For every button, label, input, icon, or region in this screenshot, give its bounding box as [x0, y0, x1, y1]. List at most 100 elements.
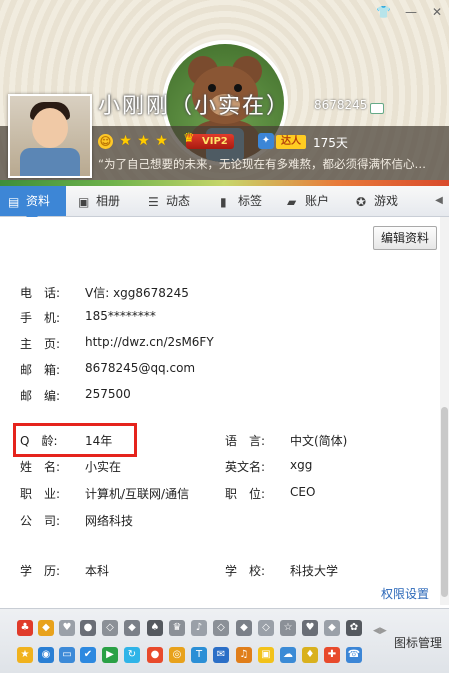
- gem-light-icon[interactable]: ◆: [324, 620, 340, 636]
- diamond-outline-icon[interactable]: ◇: [213, 620, 229, 636]
- phone-label: 电 话:: [20, 286, 61, 300]
- weibo-icon[interactable]: T: [191, 647, 207, 663]
- music-icon[interactable]: ♫: [236, 647, 252, 663]
- star-gray-icon[interactable]: ☆: [280, 620, 296, 636]
- mobile-label: 手 机:: [20, 311, 61, 325]
- pet-icon[interactable]: ●: [147, 647, 163, 663]
- diamond-light-icon[interactable]: ◇: [258, 620, 274, 636]
- education-label: 学 历:: [20, 564, 61, 578]
- sun-level-icon: ☺: [98, 134, 113, 149]
- tencent-icon[interactable]: ◎: [169, 647, 185, 663]
- school-value: 科技大学: [290, 564, 339, 578]
- job-value: 计算机/互联网/通信: [85, 487, 190, 501]
- icon-scroll-arrows-icon[interactable]: ◀▶: [373, 626, 387, 636]
- zip-value: 257500: [85, 387, 131, 401]
- list-icon: ☰: [148, 195, 159, 209]
- gem-gray-icon[interactable]: ◆: [124, 620, 140, 636]
- qq-penguin-icon[interactable]: ♣: [17, 620, 33, 636]
- homepage-value[interactable]: http://dwz.cn/2sM6FY: [85, 335, 214, 349]
- mobile-value: 185********: [85, 309, 156, 323]
- talent-icon: ✦: [258, 133, 274, 149]
- active-days: 175天: [313, 136, 348, 150]
- cloud-icon[interactable]: ☁: [280, 647, 296, 663]
- penguin-gray-icon[interactable]: ●: [80, 620, 96, 636]
- tab-album[interactable]: ▣ 相册: [78, 186, 120, 216]
- camera-icon[interactable]: ◉: [38, 647, 54, 663]
- phone-value: V信: xgg8678245: [85, 286, 189, 300]
- profile-header: 👕 — ✕ 小刚刚（小实在） 8678245 ☺ ★ ★ ★ VIP2 ♛ ✦ …: [0, 0, 449, 186]
- game-gray-icon[interactable]: ♠: [147, 620, 163, 636]
- icon-management-button[interactable]: 图标管理: [394, 634, 442, 651]
- scrollbar[interactable]: [440, 217, 449, 605]
- badge-icon[interactable]: ♦: [302, 647, 318, 663]
- english-name-label: 英文名:: [225, 460, 266, 474]
- company-value: 网络科技: [85, 514, 134, 528]
- minimize-icon[interactable]: —: [404, 5, 418, 19]
- tab-account[interactable]: ▰ 账户: [287, 186, 329, 216]
- pet-gray-icon[interactable]: ✿: [346, 620, 362, 636]
- album-icon: ▣: [78, 195, 90, 209]
- qq-number: 8678245: [314, 98, 368, 112]
- language-label: 语 言:: [225, 434, 266, 448]
- crown-gray-icon[interactable]: ♛: [169, 620, 185, 636]
- scrollbar-thumb[interactable]: [441, 407, 448, 597]
- company-label: 公 司:: [20, 514, 61, 528]
- tab-feed[interactable]: ☰ 动态: [148, 186, 190, 216]
- heart-gray-icon[interactable]: ♥: [302, 620, 318, 636]
- star-gold-icon[interactable]: ★: [17, 647, 33, 663]
- qq-pc-icon[interactable]: ▭: [59, 647, 75, 663]
- tab-bar: ▤ 资料 ▣ 相册 ☰ 动态 ▮ 标签 ▰ 账户 ✪ 游戏: [0, 186, 449, 222]
- close-icon[interactable]: ✕: [430, 5, 444, 19]
- shield-icon[interactable]: ✔: [80, 647, 96, 663]
- tab-label: 相册: [96, 194, 121, 208]
- tab-scroll-arrow-icon[interactable]: ◀: [432, 186, 446, 216]
- gift-icon[interactable]: ✚: [324, 647, 340, 663]
- lock-icon[interactable]: ▣: [258, 647, 274, 663]
- wallet-icon: ▰: [287, 195, 297, 209]
- chat-icon[interactable]: ☎: [346, 647, 362, 663]
- zip-label: 邮 编:: [20, 389, 61, 403]
- position-value: CEO: [290, 485, 316, 499]
- education-value: 本科: [85, 564, 110, 578]
- tab-profile[interactable]: ▤ 资料: [0, 186, 66, 222]
- tab-tags[interactable]: ▮ 标签: [220, 186, 262, 216]
- heart-icon[interactable]: ♥: [59, 620, 75, 636]
- nickname: 小刚刚（小实在）: [98, 94, 291, 119]
- signature[interactable]: “为了自己想要的未来，无论现在有多难熬，都必须得满怀信心…: [98, 156, 444, 172]
- age-label: Q 龄:: [20, 434, 58, 448]
- yellow-diamond-icon[interactable]: ◆: [38, 620, 54, 636]
- tab-games[interactable]: ✪ 游戏: [356, 186, 398, 216]
- email-value: 8678245@qq.com: [85, 361, 196, 375]
- tab-label: 游戏: [374, 194, 399, 208]
- permission-settings-link[interactable]: 权限设置: [381, 585, 429, 602]
- music-gray-icon[interactable]: ♪: [191, 620, 207, 636]
- diamond-dark-icon[interactable]: ◆: [236, 620, 252, 636]
- profile-content: [0, 217, 440, 605]
- star-level-icon: ★: [119, 133, 132, 149]
- tab-label: 资料: [26, 194, 51, 208]
- email-label: 邮 箱:: [20, 363, 61, 377]
- name-value: 小实在: [85, 460, 122, 474]
- job-label: 职 业:: [20, 487, 61, 501]
- vip-crown-icon: ♛: [183, 131, 195, 146]
- position-label: 职 位:: [225, 487, 266, 501]
- english-name-value: xgg: [290, 458, 313, 472]
- skin-shirt-icon[interactable]: 👕: [376, 5, 391, 19]
- talent-badge[interactable]: 达人: [276, 135, 306, 149]
- diamond-gray-icon[interactable]: ◇: [102, 620, 118, 636]
- school-label: 学 校:: [225, 564, 266, 578]
- edit-profile-button[interactable]: 编辑资料: [373, 226, 437, 250]
- age-value: 14年: [85, 434, 113, 448]
- mail-icon[interactable]: ✉: [213, 647, 229, 663]
- language-value: 中文(简体): [290, 434, 348, 448]
- tab-label: 账户: [305, 194, 330, 208]
- star-level-icon: ★: [137, 133, 150, 149]
- bookmark-icon: ▮: [220, 195, 227, 209]
- refresh-icon[interactable]: ↻: [124, 647, 140, 663]
- avatar[interactable]: [8, 94, 92, 178]
- tab-label: 动态: [166, 194, 191, 208]
- name-label: 姓 名:: [20, 460, 61, 474]
- video-icon[interactable]: ▶: [102, 647, 118, 663]
- gamepad-icon: ✪: [356, 195, 367, 209]
- qq-card-icon[interactable]: [370, 103, 384, 114]
